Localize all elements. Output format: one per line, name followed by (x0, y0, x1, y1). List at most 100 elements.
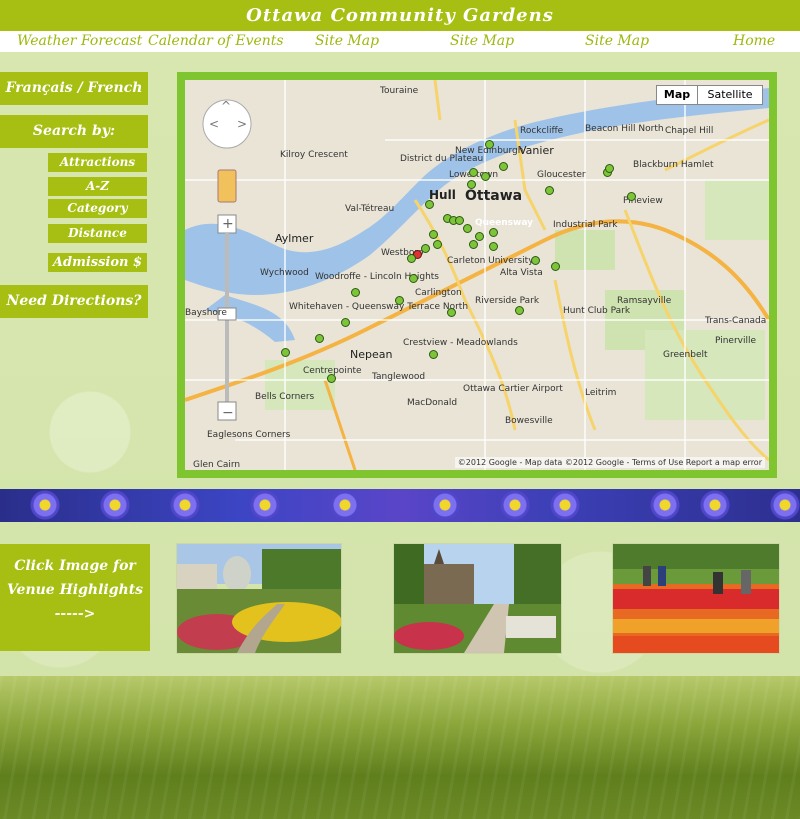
search-distance-button[interactable]: Distance (48, 224, 147, 243)
place-bayshore: Bayshore (185, 308, 227, 318)
place-nepean: Nepean (350, 348, 393, 361)
pegman-icon[interactable] (218, 170, 236, 202)
map-marker[interactable] (341, 318, 350, 327)
map-marker[interactable] (489, 228, 498, 237)
place-queensway: Queensway (475, 218, 534, 228)
map-marker[interactable] (467, 180, 476, 189)
nav-site-map-1[interactable]: Site Map (315, 33, 379, 49)
place-kilroy: Kilroy Crescent (280, 150, 348, 160)
place-bowesville: Bowesville (505, 416, 553, 426)
map-marker[interactable] (281, 348, 290, 357)
map-marker[interactable] (407, 254, 416, 263)
place-ottawa: Ottawa (465, 188, 523, 204)
map-marker[interactable] (433, 240, 442, 249)
place-gloucester: Gloucester (537, 170, 586, 180)
place-pinerville: Pinerville (715, 336, 757, 346)
place-woodroffe: Woodroffe - Lincoln Heights (315, 272, 439, 282)
map-marker[interactable] (489, 242, 498, 251)
map-marker[interactable] (463, 224, 472, 233)
map-marker[interactable] (429, 230, 438, 239)
venue-highlights-prompt: Click Image for Venue Highlights -----> (0, 544, 150, 651)
need-directions-button[interactable]: Need Directions? (0, 285, 148, 318)
garden-photo-2 (394, 544, 561, 653)
map-marker[interactable] (551, 262, 560, 271)
nav-site-map-3[interactable]: Site Map (585, 33, 649, 49)
nav-weather-forecast[interactable]: Weather Forecast (17, 33, 142, 49)
map-attribution: ©2012 Google - Map data ©2012 Google - T… (454, 457, 765, 468)
place-ramsayville: Ramsayville (617, 296, 672, 306)
site-title: Ottawa Community Gardens (246, 5, 554, 26)
map-marker[interactable] (409, 274, 418, 283)
place-greenbelt: Greenbelt (663, 350, 708, 360)
map-marker[interactable] (627, 192, 636, 201)
map-marker[interactable] (605, 164, 614, 173)
search-a-z-button[interactable]: A-Z (48, 177, 147, 196)
venue-thumbnail-1[interactable] (176, 543, 342, 654)
map-marker[interactable] (531, 256, 540, 265)
map-type-satellite-button[interactable]: Satellite (697, 85, 763, 105)
map-frame: + − ^ < > Map Satellite Touraine Rockcli… (177, 72, 777, 478)
venue-arrow: -----> (54, 606, 96, 622)
admission-button[interactable]: Admission $ (48, 253, 147, 272)
map-marker[interactable] (481, 172, 490, 181)
map-marker[interactable] (455, 216, 464, 225)
place-wychwood: Wychwood (260, 268, 309, 278)
nav-home[interactable]: Home (733, 33, 775, 49)
place-whitehaven: Whitehaven - Queensway Terrace North (289, 302, 469, 312)
language-toggle-button[interactable]: Français / French (0, 72, 148, 105)
place-hunt-club: Hunt Club Park (563, 306, 631, 316)
map-marker[interactable] (315, 334, 324, 343)
map-marker[interactable] (469, 240, 478, 249)
map-view[interactable]: + − ^ < > Map Satellite Touraine Rockcli… (185, 80, 769, 470)
map-marker[interactable] (421, 244, 430, 253)
grass-footer (0, 676, 800, 819)
map-marker[interactable] (429, 350, 438, 359)
venue-thumbnail-3[interactable] (612, 543, 780, 654)
map-marker[interactable] (469, 168, 478, 177)
garden-photo-1 (177, 544, 341, 653)
place-hull: Hull (429, 188, 456, 202)
map-marker[interactable] (545, 186, 554, 195)
map-marker[interactable] (515, 306, 524, 315)
map-marker[interactable] (499, 162, 508, 171)
zoom-in-icon[interactable] (218, 215, 236, 233)
garden-photo-3 (613, 544, 779, 653)
place-aylmer: Aylmer (275, 232, 314, 245)
map-marker[interactable] (395, 296, 404, 305)
search-attractions-button[interactable]: Attractions (48, 153, 147, 172)
place-tanglewood: Tanglewood (372, 372, 426, 382)
place-touraine: Touraine (380, 86, 419, 96)
place-trans-canada: Trans-Canada (705, 316, 767, 326)
search-category-button[interactable]: Category (48, 199, 147, 218)
flower-banner (0, 489, 800, 522)
nav-site-map-2[interactable]: Site Map (450, 33, 514, 49)
venue-line-2: Venue Highlights (6, 582, 144, 598)
map-marker[interactable] (425, 200, 434, 209)
venue-thumbnail-2[interactable] (393, 543, 562, 654)
place-val-tetreau: Val-Tétreau (345, 204, 395, 214)
pan-control-icon[interactable] (203, 100, 251, 148)
search-by-label: Search by: (0, 115, 148, 148)
place-alta-vista: Alta Vista (500, 268, 543, 278)
map-marker[interactable] (327, 374, 336, 383)
place-glen-cairn: Glen Cairn (193, 460, 241, 470)
place-rockcliffe: Rockcliffe (520, 126, 564, 136)
nav-calendar-of-events[interactable]: Calendar of Events (148, 33, 284, 49)
map-type-map-button[interactable]: Map (656, 85, 698, 105)
site-header: Ottawa Community Gardens (0, 0, 800, 31)
place-industrial-park: Industrial Park (553, 220, 618, 230)
place-riverside: Riverside Park (475, 296, 540, 306)
map-marker[interactable] (447, 308, 456, 317)
zoom-out-icon[interactable] (218, 402, 236, 420)
venue-line-1: Click Image for (14, 558, 136, 574)
map-marker[interactable] (475, 232, 484, 241)
place-vanier: Vanier (519, 144, 554, 157)
place-carlington: Carlington (415, 288, 462, 298)
place-macdonald: MacDonald (407, 398, 458, 408)
place-eaglesons: Eaglesons Corners (207, 430, 291, 440)
map-marker[interactable] (351, 288, 360, 297)
top-nav: Weather Forecast Calendar of Events Site… (0, 31, 800, 52)
place-bells-corners: Bells Corners (255, 392, 315, 402)
map-marker[interactable] (485, 140, 494, 149)
place-chapel-hill: Chapel Hill (665, 126, 714, 136)
